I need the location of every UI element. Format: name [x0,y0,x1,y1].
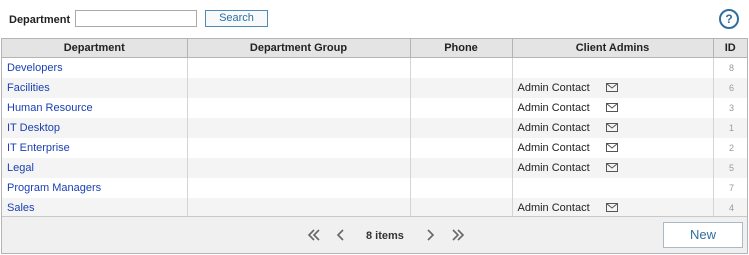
previous-page-icon[interactable] [332,226,350,244]
department-link[interactable]: Human Resource [7,102,93,114]
column-header-id[interactable]: ID [713,39,747,58]
column-header-department-group[interactable]: Department Group [187,39,411,58]
filter-bar: Department Search ? [0,0,749,38]
department-cell: IT Desktop [2,117,188,138]
department-cell: Developers [2,57,188,78]
id-cell: 7 [713,177,747,198]
id-cell: 5 [713,157,747,178]
department-link[interactable]: Legal [7,162,34,174]
department-link[interactable]: Sales [7,202,35,214]
department-filter-label: Department [9,14,71,26]
admin-contact-name: Admin Contact [517,121,590,134]
table-row[interactable]: Program Managers 7 [2,177,747,198]
envelope-icon[interactable] [605,202,618,212]
phone-cell [410,177,513,198]
department-cell: Legal [2,157,188,178]
table-row[interactable]: Developers 8 [2,57,747,78]
client-admins-cell: Admin Contact [512,137,714,158]
department-link[interactable]: IT Desktop [7,122,60,134]
envelope-icon[interactable] [605,122,618,132]
department-link[interactable]: IT Enterprise [7,142,70,154]
pager-bar: 8 items New [2,216,747,253]
phone-cell [410,197,513,218]
id-cell: 2 [713,137,747,158]
id-cell: 4 [713,197,747,218]
id-cell: 6 [713,77,747,98]
phone-cell [410,157,513,178]
departments-table: Department Department Group Phone Client… [2,39,747,218]
department-group-cell [187,97,411,118]
client-admins-cell [512,177,714,198]
next-page-icon[interactable] [421,226,439,244]
department-cell: Sales [2,197,188,218]
id-cell: 8 [713,57,747,78]
department-group-cell [187,177,411,198]
id-cell: 1 [713,117,747,138]
envelope-icon[interactable] [605,142,618,152]
table-body: Developers 8 Facilities Admin Contact 6 Human… [2,57,747,218]
client-admins-cell: Admin Contact [512,157,714,178]
department-group-cell [187,197,411,218]
table-row[interactable]: IT Desktop Admin Contact 1 [2,117,747,138]
table-row[interactable]: Facilities Admin Contact 6 [2,77,747,98]
department-link[interactable]: Facilities [7,82,50,94]
departments-grid: Department Department Group Phone Client… [1,38,748,254]
envelope-icon[interactable] [605,102,618,112]
phone-cell [410,97,513,118]
table-row[interactable]: Human Resource Admin Contact 3 [2,97,747,118]
last-page-icon[interactable] [449,226,467,244]
new-button[interactable]: New [663,222,743,248]
first-page-icon[interactable] [305,226,323,244]
department-group-cell [187,157,411,178]
department-group-cell [187,57,411,78]
item-count-label: 8 items [366,230,404,242]
phone-cell [410,77,513,98]
department-cell: Human Resource [2,97,188,118]
admin-contact-name: Admin Contact [517,101,590,114]
envelope-icon[interactable] [605,162,618,172]
department-cell: IT Enterprise [2,137,188,158]
client-admins-cell: Admin Contact [512,117,714,138]
admin-contact-name: Admin Contact [517,141,590,154]
id-cell: 3 [713,97,747,118]
client-admins-cell: Admin Contact [512,97,714,118]
envelope-icon[interactable] [605,82,618,92]
table-header-row: Department Department Group Phone Client… [2,39,747,58]
phone-cell [410,117,513,138]
department-group-cell [187,77,411,98]
column-header-department[interactable]: Department [2,39,188,58]
client-admins-cell: Admin Contact [512,197,714,218]
department-cell: Facilities [2,77,188,98]
department-group-cell [187,137,411,158]
table-row[interactable]: Sales Admin Contact 4 [2,197,747,218]
department-link[interactable]: Program Managers [7,182,101,194]
phone-cell [410,57,513,78]
client-admins-cell [512,57,714,78]
column-header-client-admins[interactable]: Client Admins [512,39,714,58]
department-filter-input[interactable] [75,10,197,27]
admin-contact-name: Admin Contact [517,201,590,214]
phone-cell [410,137,513,158]
department-cell: Program Managers [2,177,188,198]
help-icon[interactable]: ? [719,9,739,29]
department-group-cell [187,117,411,138]
admin-contact-name: Admin Contact [517,161,590,174]
table-row[interactable]: Legal Admin Contact 5 [2,157,747,178]
admin-contact-name: Admin Contact [517,81,590,94]
column-header-phone[interactable]: Phone [410,39,513,58]
table-row[interactable]: IT Enterprise Admin Contact 2 [2,137,747,158]
search-button[interactable]: Search [205,10,268,27]
client-admins-cell: Admin Contact [512,77,714,98]
department-link[interactable]: Developers [7,62,63,74]
